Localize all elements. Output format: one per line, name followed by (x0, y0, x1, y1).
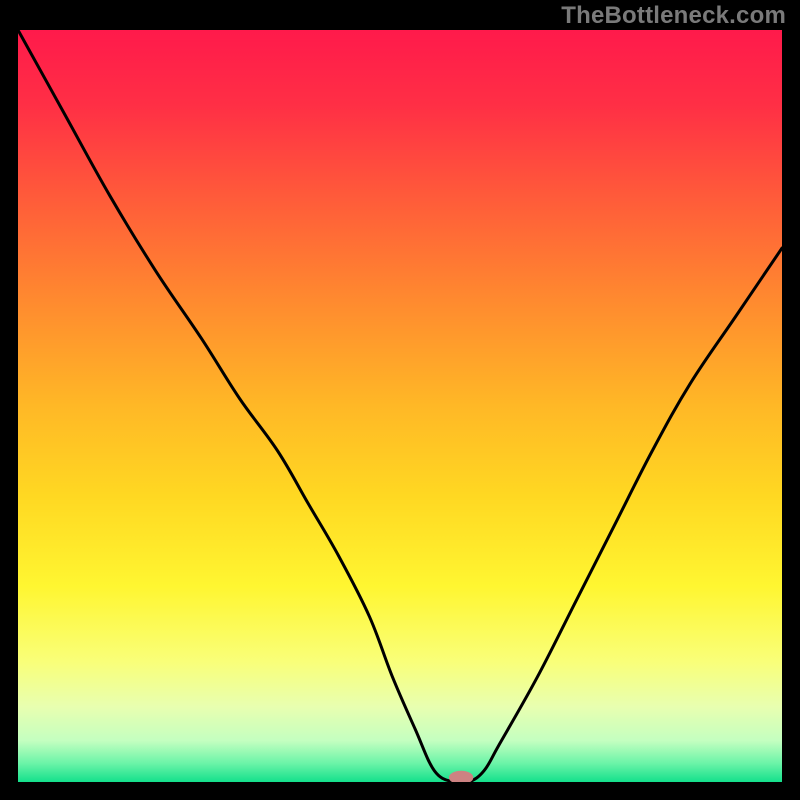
chart-frame: TheBottleneck.com (0, 0, 800, 800)
watermark-text: TheBottleneck.com (561, 2, 786, 30)
chart-svg (18, 30, 782, 782)
plot-area (18, 30, 782, 782)
gradient-background (18, 30, 782, 782)
